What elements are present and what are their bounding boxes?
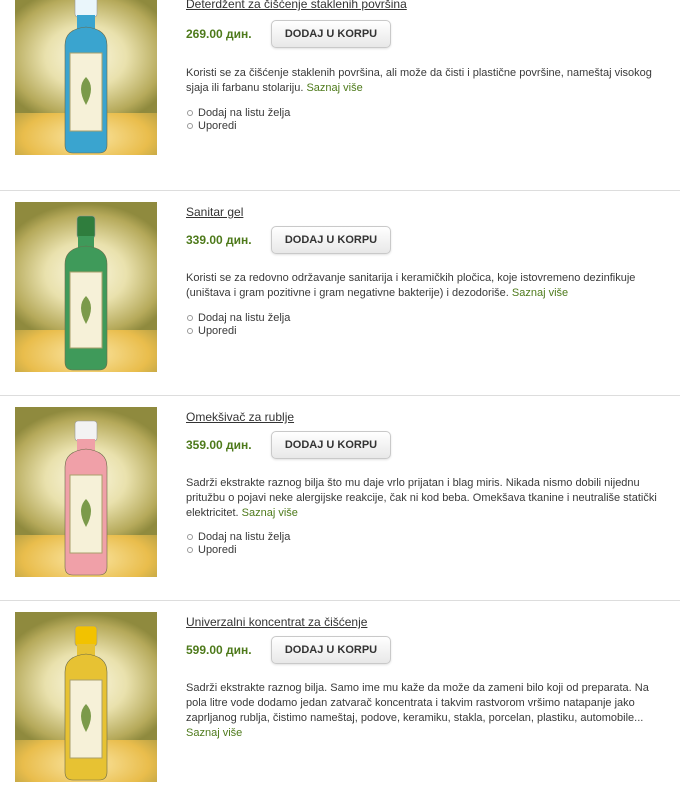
bullet-icon (187, 546, 193, 553)
product-image[interactable] (15, 202, 157, 372)
bullet-icon (187, 533, 193, 540)
read-more-link[interactable]: Saznaj više (512, 287, 568, 299)
bottle-icon (64, 420, 108, 576)
bottle-icon (64, 215, 108, 371)
product-description: Sadrži ekstrakte raznog bilja. Samo ime … (186, 681, 666, 741)
product-image[interactable] (15, 612, 157, 782)
product-actions: Dodaj na listu želja Uporedi (186, 107, 290, 133)
bottle-icon (64, 625, 108, 781)
read-more-link[interactable]: Saznaj više (242, 507, 298, 519)
read-more-link[interactable]: Saznaj više (306, 82, 362, 94)
product-image[interactable] (15, 0, 157, 155)
product-description-text: Sadrži ekstrakte raznog bilja. Samo ime … (186, 682, 649, 724)
product-description: Koristi se za redovno održavanje sanitar… (186, 271, 666, 301)
product-title-link[interactable]: Deterdžent za čišćenje staklenih površin… (186, 0, 407, 11)
bullet-icon (187, 314, 193, 321)
bullet-icon (187, 122, 193, 129)
product-price: 269.00 дин. (186, 27, 252, 41)
compare-link[interactable]: Uporedi (186, 120, 290, 133)
add-to-wishlist-link[interactable]: Dodaj na listu želja (186, 107, 290, 120)
product-actions: Dodaj na listu želja Uporedi (186, 312, 290, 338)
add-to-cart-button[interactable]: DODAJ U KORPU (271, 20, 391, 48)
product-price: 339.00 дин. (186, 233, 252, 247)
product-description: Sadrži ekstrakte raznog bilja što mu daj… (186, 476, 666, 521)
bottle-icon (64, 0, 108, 154)
add-to-cart-button[interactable]: DODAJ U KORPU (271, 226, 391, 254)
compare-link[interactable]: Uporedi (186, 325, 290, 338)
product-price: 359.00 дин. (186, 438, 252, 452)
product-image[interactable] (15, 407, 157, 577)
bullet-icon (187, 327, 193, 334)
product-item: Omekšivač za rublje 359.00 дин. DODAJ U … (0, 395, 680, 601)
product-price: 599.00 дин. (186, 643, 252, 657)
compare-link[interactable]: Uporedi (186, 544, 290, 557)
bullet-icon (187, 109, 193, 116)
read-more-link[interactable]: Saznaj više (186, 727, 242, 739)
product-title-link[interactable]: Omekšivač za rublje (186, 410, 294, 424)
product-description-text: Koristi se za čišćenje staklenih površin… (186, 67, 652, 94)
product-item: Univerzalni koncentrat za čišćenje 599.0… (0, 600, 680, 805)
add-to-cart-button[interactable]: DODAJ U KORPU (271, 636, 391, 664)
product-title-link[interactable]: Univerzalni koncentrat za čišćenje (186, 615, 367, 629)
product-title-link[interactable]: Sanitar gel (186, 205, 243, 219)
product-item: Deterdžent za čišćenje staklenih površin… (0, 0, 680, 191)
add-to-wishlist-link[interactable]: Dodaj na listu želja (186, 312, 290, 325)
add-to-cart-button[interactable]: DODAJ U KORPU (271, 431, 391, 459)
product-actions: Dodaj na listu želja Uporedi (186, 531, 290, 557)
add-to-wishlist-link[interactable]: Dodaj na listu želja (186, 531, 290, 544)
product-item: Sanitar gel 339.00 дин. DODAJ U KORPU Ko… (0, 190, 680, 396)
product-description: Koristi se za čišćenje staklenih površin… (186, 66, 666, 96)
